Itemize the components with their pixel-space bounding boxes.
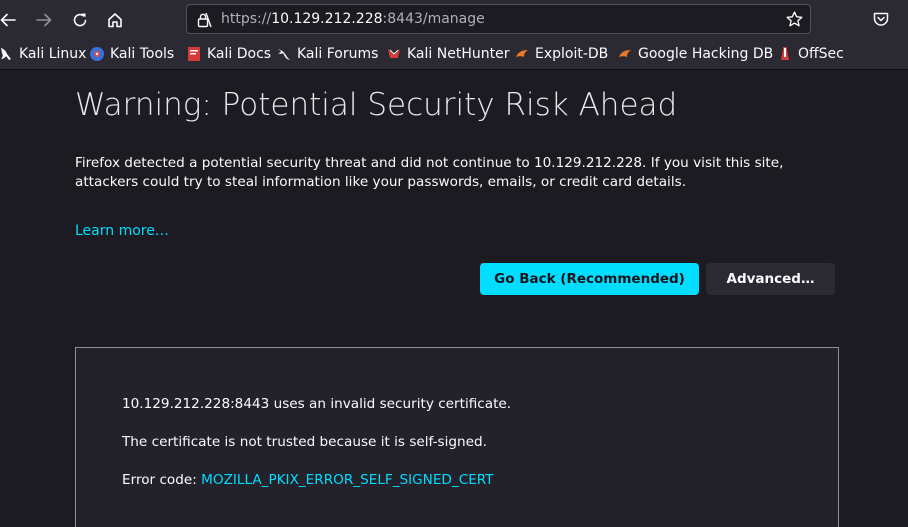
reload-icon [73, 13, 87, 27]
home-button[interactable] [101, 6, 129, 34]
bookmark-label: Kali Docs [207, 46, 272, 62]
error-description: Firefox detected a potential security th… [75, 155, 784, 190]
reload-button[interactable] [66, 6, 94, 34]
bookmark-kali-nethunter[interactable]: Kali NetHunter [386, 45, 509, 63]
bookmark-kali-tools[interactable]: Kali Tools [89, 45, 174, 63]
url-text[interactable]: https://10.129.212.228:8443/manage [221, 11, 485, 28]
bookmark-label: Kali NetHunter [407, 46, 510, 62]
bookmark-offsec[interactable]: OffSec [777, 45, 844, 63]
learn-more-link[interactable]: Learn more… [75, 222, 169, 240]
home-icon [108, 13, 122, 28]
arrow-right-icon [36, 13, 52, 27]
bookmarks-toolbar: Kali Linux Kali Tools Kali Docs Kali For… [0, 39, 908, 70]
kali-nethunter-icon [388, 49, 400, 58]
offsec-icon [781, 47, 789, 60]
bookmark-kali-docs[interactable]: Kali Docs [186, 45, 271, 63]
error-page: Warning: Potential Security Risk Ahead F… [0, 70, 908, 527]
back-button[interactable] [0, 6, 22, 34]
bookmark-label: Exploit-DB [535, 46, 609, 62]
kali-dragon-icon [1, 48, 11, 60]
bookmark-label: Google Hacking DB [638, 46, 774, 62]
bookmark-label: Kali Linux [19, 46, 87, 62]
bookmark-star-icon[interactable] [785, 10, 804, 29]
kali-tools-icon [90, 47, 104, 61]
advanced-button[interactable]: Advanced… [706, 263, 835, 295]
pocket-icon[interactable] [872, 10, 890, 28]
google-hacking-db-icon [619, 50, 631, 57]
bookmark-kali-linux[interactable]: Kali Linux [0, 45, 86, 63]
error-code-link[interactable]: MOZILLA_PKIX_ERROR_SELF_SIGNED_CERT [201, 472, 493, 488]
forward-button[interactable] [30, 6, 58, 34]
bookmark-label: OffSec [798, 46, 844, 62]
error-code-line: Error code: MOZILLA_PKIX_ERROR_SELF_SIGN… [122, 471, 494, 489]
url-scheme: https:// [221, 11, 272, 27]
bookmark-label: Kali Forums [297, 46, 379, 62]
not-trusted-text: The certificate is not trusted because i… [122, 434, 487, 450]
url-host: 10.129.212.228 [271, 11, 383, 27]
arrow-left-icon [0, 13, 16, 27]
url-path: :8443/manage [382, 11, 485, 27]
advanced-details-panel: 10.129.212.228:8443 uses an invalid secu… [75, 347, 839, 527]
kali-forums-icon [278, 49, 290, 60]
page-title: Warning: Potential Security Risk Ahead [75, 87, 678, 123]
bookmark-exploit-db[interactable]: Exploit-DB [514, 45, 608, 63]
kali-docs-icon [188, 47, 200, 61]
bookmark-label: Kali Tools [110, 46, 175, 62]
invalid-cert-text: 10.129.212.228:8443 uses an invalid secu… [122, 396, 512, 412]
insecure-lock-icon[interactable] [195, 11, 213, 29]
exploit-db-icon [516, 50, 528, 57]
url-bar[interactable]: https://10.129.212.228:8443/manage [186, 4, 811, 34]
go-back-button[interactable]: Go Back (Recommended) [480, 263, 699, 295]
bookmark-google-hacking-db[interactable]: Google Hacking DB [617, 45, 773, 63]
error-code-label: Error code: [122, 472, 202, 488]
browser-toolbar: https://10.129.212.228:8443/manage [0, 0, 908, 39]
bookmark-kali-forums[interactable]: Kali Forums [276, 45, 378, 63]
